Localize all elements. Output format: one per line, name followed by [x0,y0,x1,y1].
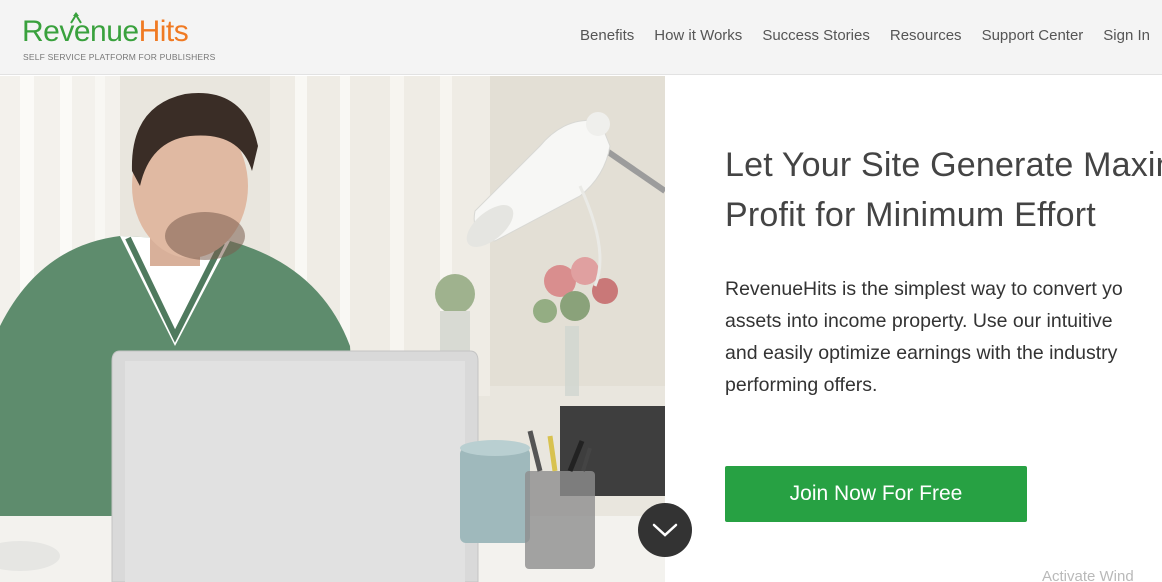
hero-photo-illustration [0,76,665,582]
headline-line-2: Profit for Minimum Effort [725,196,1096,234]
headline-line-1: Let Your Site Generate Maxim [725,146,1162,184]
logo-wordmark: RevenueHits [22,14,189,50]
nav-benefits[interactable]: Benefits [580,27,634,44]
description-line-2: assets into income property. Use our int… [725,310,1113,332]
logo-hits-text: Hits [138,15,189,48]
main-nav: Benefits How it Works Success Stories Re… [560,0,1150,70]
description-line-3: and easily optimize earnings with the in… [725,342,1118,364]
logo-revenue-text: Revenue [22,15,139,48]
logo-tagline: SELF SERVICE PLATFORM FOR PUBLISHERS [23,52,216,62]
chevron-down-icon [652,523,678,537]
activate-windows-watermark: Activate Wind [1042,568,1134,582]
description-line-1: RevenueHits is the simplest way to conve… [725,278,1123,300]
nav-support-center[interactable]: Support Center [982,27,1084,44]
hero-content: Let Your Site Generate Maxim Profit for … [725,76,1162,582]
description-line-4: performing offers. [725,374,878,396]
scroll-down-button[interactable] [638,503,692,557]
nav-sign-in[interactable]: Sign In [1103,27,1150,44]
hero-image [0,76,665,582]
site-header: RevenueHits SELF SERVICE PLATFORM FOR PU… [0,0,1162,75]
nav-success-stories[interactable]: Success Stories [762,27,870,44]
nav-resources[interactable]: Resources [890,27,962,44]
nav-how-it-works[interactable]: How it Works [654,27,742,44]
hero-headline: Let Your Site Generate Maxim Profit for … [725,140,1162,240]
logo[interactable]: RevenueHits SELF SERVICE PLATFORM FOR PU… [22,12,222,64]
join-now-button[interactable]: Join Now For Free [725,466,1027,522]
hero-description: RevenueHits is the simplest way to conve… [725,273,1162,401]
